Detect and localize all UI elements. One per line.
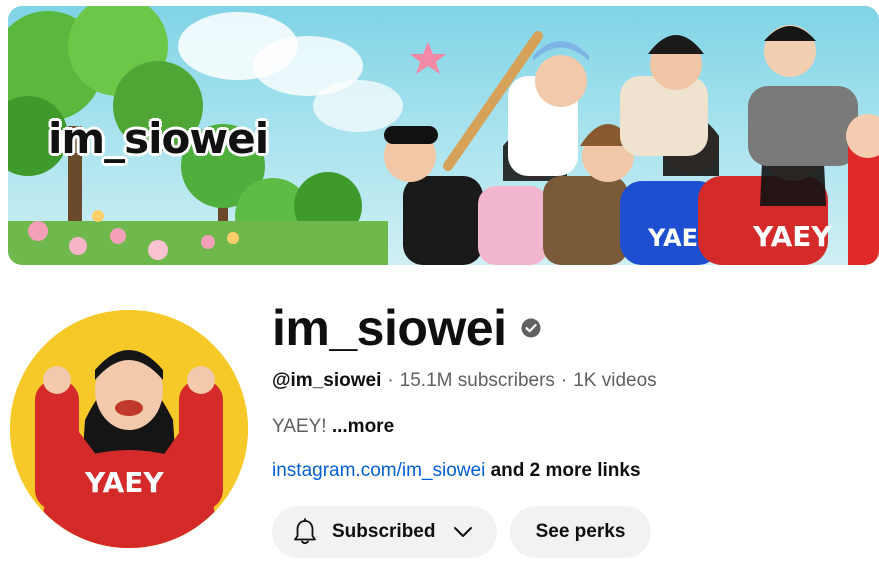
avatar-hoodie-text: YAEY: [84, 466, 164, 499]
channel-info: im_siowei @im_siowei · 15.1M subscribers · 1…: [272, 296, 657, 558]
separator: ·: [560, 370, 568, 391]
banner-title: im_siowei: [48, 114, 269, 163]
channel-name: im_siowei: [272, 300, 507, 356]
subscribed-button[interactable]: Subscribed: [272, 506, 497, 558]
separator: ·: [387, 370, 394, 391]
channel-handle: @im_siowei: [272, 370, 382, 391]
chevron-down-icon: [454, 527, 473, 537]
verified-check-icon: [521, 318, 540, 338]
description-text: YAEY!: [272, 416, 327, 437]
instagram-link[interactable]: instagram.com/im_siowei: [272, 460, 485, 481]
see-perks-button[interactable]: See perks: [510, 506, 651, 558]
banner-hoodie-text-red: YAEY: [752, 220, 832, 253]
channel-links: instagram.com/im_siowei and 2 more links: [272, 460, 641, 482]
bell-icon: [294, 518, 316, 545]
channel-name-row: im_siowei: [272, 296, 541, 360]
video-count: 1K videos: [573, 370, 657, 391]
avatar-portrait: YAEY: [10, 310, 248, 548]
channel-banner: YAEY YAEY im_siowei: [8, 6, 879, 265]
channel-description[interactable]: YAEY! ...more: [272, 416, 394, 438]
subscriber-count: 15.1M subscribers: [399, 370, 555, 391]
more-links-button[interactable]: and 2 more links: [491, 460, 641, 481]
channel-avatar[interactable]: YAEY: [10, 310, 248, 548]
subscribed-label: Subscribed: [332, 521, 436, 542]
more-button[interactable]: ...more: [332, 416, 394, 437]
channel-meta: @im_siowei · 15.1M subscribers · 1K videos: [272, 370, 657, 392]
